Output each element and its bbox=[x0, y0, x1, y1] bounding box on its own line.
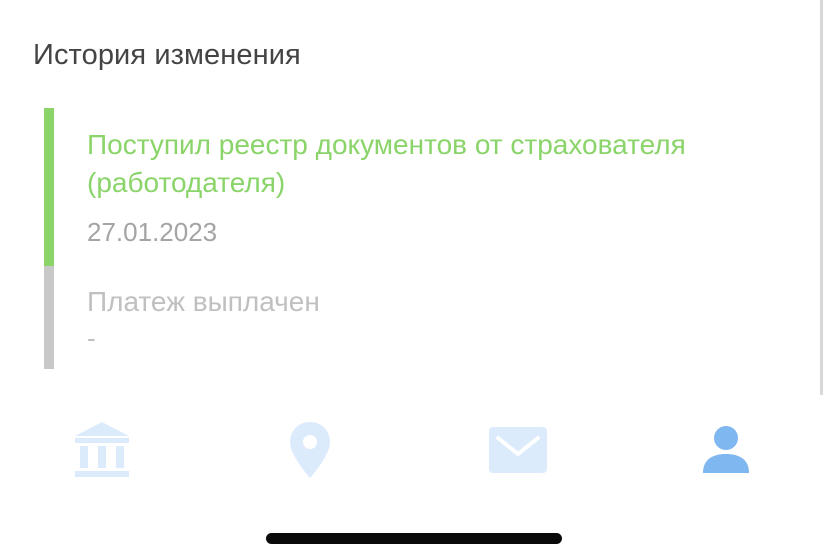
scrollbar[interactable] bbox=[820, 0, 823, 395]
event-date: 27.01.2023 bbox=[87, 217, 218, 247]
profile-icon bbox=[703, 426, 749, 473]
screen: История изменения Поступил реестр докуме… bbox=[0, 0, 827, 559]
timeline-status-bar-completed bbox=[44, 108, 54, 266]
history-title: История изменения bbox=[33, 39, 301, 71]
tab-profile[interactable] bbox=[686, 415, 766, 485]
history-timeline: Поступил реестр документов от страховате… bbox=[44, 108, 804, 369]
location-pin-icon bbox=[290, 422, 330, 478]
event-title: Платеж выплачен bbox=[87, 286, 320, 317]
timeline-event-registry-received: Поступил реестр документов от страховате… bbox=[44, 108, 804, 266]
event-title: Поступил реестр документов от страховате… bbox=[87, 129, 686, 198]
tab-mail[interactable] bbox=[478, 415, 558, 485]
home-indicator[interactable] bbox=[266, 533, 562, 544]
mail-icon bbox=[489, 427, 547, 473]
tab-bank[interactable] bbox=[62, 415, 142, 485]
bank-icon bbox=[75, 422, 129, 477]
tab-map[interactable] bbox=[270, 415, 350, 485]
timeline-event-payment-paid: Платеж выплачен - bbox=[44, 266, 804, 369]
event-date: - bbox=[87, 323, 96, 353]
tab-bar bbox=[0, 405, 827, 495]
timeline-status-bar-pending bbox=[44, 266, 54, 369]
